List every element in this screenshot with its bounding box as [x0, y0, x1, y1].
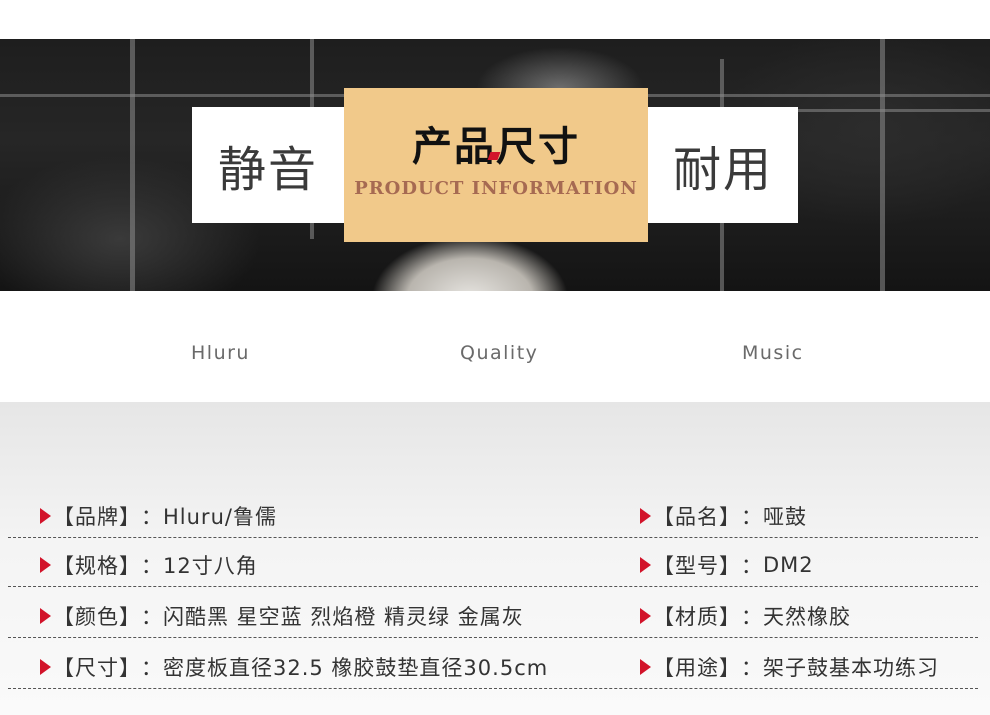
spec-label: 【型号】 — [653, 554, 741, 578]
photo-stand — [880, 39, 885, 291]
tagline-brand: Hluru — [191, 342, 250, 364]
spec-label: 【材质】 — [653, 605, 741, 629]
red-triangle-icon — [640, 557, 651, 573]
tagline-quality: Quality — [460, 342, 539, 364]
spec-label: 【用途】 — [653, 656, 741, 680]
section-subtitle: PRODUCT INFORMATION — [354, 178, 638, 199]
quiet-label: 静音 — [217, 142, 318, 198]
spec-value: 哑鼓 — [763, 505, 807, 529]
spec-sep: ： — [741, 605, 763, 629]
spec-row: 【尺寸】 ： 密度板直径32.5 橡胶鼓垫直径30.5cm 【用途】 ： 架子鼓… — [0, 651, 990, 689]
red-triangle-icon — [640, 659, 651, 675]
spec-label: 【品名】 — [653, 505, 741, 529]
dashed-divider — [8, 586, 978, 587]
spec-label: 【品牌】 — [53, 505, 141, 529]
spec-sep: ： — [741, 505, 763, 529]
spec-size-spec: 【规格】 ： 12寸八角 — [40, 549, 258, 581]
spec-row: 【品牌】 ： Hluru/鲁儒 【品名】 ： 哑鼓 — [0, 500, 990, 538]
spec-value: Hluru/鲁儒 — [163, 505, 277, 529]
red-triangle-icon — [40, 557, 51, 573]
spec-material: 【材质】 ： 天然橡胶 — [640, 600, 851, 632]
spec-colors: 【颜色】 ： 闪酷黑 星空蓝 烈焰橙 精灵绿 金属灰 — [40, 600, 524, 632]
dashed-divider — [8, 688, 978, 689]
spec-product-name: 【品名】 ： 哑鼓 — [640, 500, 807, 532]
spec-value: 闪酷黑 星空蓝 烈焰橙 精灵绿 金属灰 — [163, 605, 524, 629]
red-triangle-icon — [640, 508, 651, 524]
tagline-music: Music — [742, 342, 804, 364]
quiet-tile: 静音 — [192, 107, 344, 223]
spec-value: 天然橡胶 — [763, 605, 851, 629]
spec-value: 架子鼓基本功练习 — [763, 656, 939, 680]
spec-value: 密度板直径32.5 橡胶鼓垫直径30.5cm — [163, 656, 549, 680]
spec-sep: ： — [741, 554, 763, 578]
product-info-tile: 产品尺寸 PRODUCT INFORMATION — [344, 88, 648, 242]
red-triangle-icon — [40, 508, 51, 524]
red-triangle-icon — [40, 608, 51, 624]
spec-sep: ： — [141, 505, 163, 529]
spec-brand: 【品牌】 ： Hluru/鲁儒 — [40, 500, 277, 532]
spec-dimensions: 【尺寸】 ： 密度板直径32.5 橡胶鼓垫直径30.5cm — [40, 651, 548, 683]
spec-sep: ： — [141, 656, 163, 680]
spec-sep: ： — [141, 554, 163, 578]
spec-value: DM2 — [763, 553, 814, 577]
spec-label: 【尺寸】 — [53, 656, 141, 680]
spec-label: 【规格】 — [53, 554, 141, 578]
durable-tile: 耐用 — [648, 107, 798, 223]
section-title: 产品尺寸 — [412, 124, 580, 170]
spec-row: 【规格】 ： 12寸八角 【型号】 ： DM2 — [0, 549, 990, 587]
red-triangle-icon — [640, 608, 651, 624]
spec-model: 【型号】 ： DM2 — [640, 549, 814, 581]
spec-row: 【颜色】 ： 闪酷黑 星空蓝 烈焰橙 精灵绿 金属灰 【材质】 ： 天然橡胶 — [0, 600, 990, 638]
spec-sep: ： — [741, 656, 763, 680]
spec-panel: 【品牌】 ： Hluru/鲁儒 【品名】 ： 哑鼓 【规格】 ： 12寸八角 【… — [0, 402, 990, 715]
spec-value: 12寸八角 — [163, 554, 258, 578]
photo-stand — [130, 39, 135, 291]
red-triangle-icon — [40, 659, 51, 675]
durable-label: 耐用 — [672, 142, 773, 198]
dashed-divider — [8, 537, 978, 538]
spec-sep: ： — [141, 605, 163, 629]
dashed-divider — [8, 637, 978, 638]
spec-usage: 【用途】 ： 架子鼓基本功练习 — [640, 651, 939, 683]
spec-label: 【颜色】 — [53, 605, 141, 629]
